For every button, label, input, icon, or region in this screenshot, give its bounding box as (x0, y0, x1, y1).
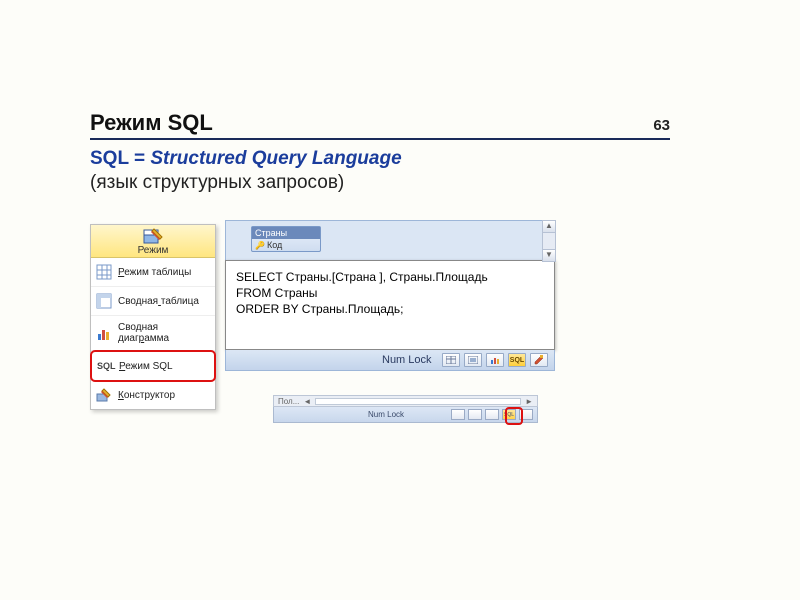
design-view-icon (142, 227, 164, 245)
pivot-view-button[interactable] (464, 353, 482, 367)
key-icon: 🔑 (255, 241, 265, 250)
field-name: Код (267, 240, 282, 250)
mini-chart-view-button[interactable] (485, 409, 499, 420)
slide-content: Режим SQL 63 SQL = Structured Query Lang… (90, 110, 670, 204)
sql-prefix: SQL = (90, 148, 150, 169)
mini-window: Пол... ◄ ► Num Lock SQL (273, 395, 538, 423)
numlock-indicator: Num Lock (382, 354, 432, 366)
title-row: Режим SQL 63 (90, 110, 670, 140)
mini-numlock: Num Lock (368, 410, 404, 419)
view-button-label: Режим (91, 245, 215, 257)
sql-fullname: Structured Query Language (150, 148, 401, 169)
scroll-up-icon[interactable]: ▲ (543, 221, 555, 233)
sql-view-button[interactable]: SQL (508, 353, 526, 367)
menu-item-label: Сводная диаграмма (118, 322, 210, 344)
view-mode-menu: Режим Режим таблицы Сводная таблица Сводна… (90, 224, 216, 410)
design-view-button[interactable] (530, 353, 548, 367)
pivot-chart-view-button[interactable] (486, 353, 504, 367)
status-bar: Num Lock SQL (225, 350, 555, 371)
datasheet-view-button[interactable] (442, 353, 460, 367)
table-title: Страны (252, 227, 320, 239)
menu-item-label: Режим таблицы (118, 267, 191, 278)
view-button[interactable]: Режим (91, 225, 215, 258)
page-number: 63 (653, 117, 670, 134)
slide-title: Режим SQL (90, 110, 213, 136)
mini-scroll-bar[interactable]: Пол... ◄ ► (273, 395, 538, 407)
sql-editor[interactable]: SELECT Страны.[Страна ], Страны.Площадь … (225, 260, 555, 350)
scroll-right-icon[interactable]: ► (525, 397, 533, 406)
sql-translation: (язык структурных запросов) (90, 172, 670, 194)
design-vertical-scrollbar[interactable]: ▲ ▼ (542, 220, 556, 262)
mini-scroll-label: Пол... (278, 397, 299, 406)
menu-item-design[interactable]: Конструктор (91, 381, 215, 409)
table-field: 🔑 Код (252, 239, 320, 251)
menu-item-label: Конструктор (118, 390, 175, 401)
menu-item-datasheet[interactable]: Режим таблицы (91, 258, 215, 287)
scroll-left-icon[interactable]: ◄ (303, 397, 311, 406)
table-box: Страны 🔑 Код (251, 226, 321, 252)
menu-item-sql[interactable]: SQLРежим SQL (90, 350, 216, 382)
query-window: Страны 🔑 Код ▲ ▼ SELECT Страны.[Страна ]… (225, 220, 555, 371)
mini-status-bar: Num Lock SQL (273, 407, 538, 423)
mini-pivot-view-button[interactable] (468, 409, 482, 420)
sql-button-highlight (505, 407, 523, 425)
menu-item-pivot-chart[interactable]: Сводная диаграмма (91, 316, 215, 351)
mini-datasheet-view-button[interactable] (451, 409, 465, 420)
menu-item-label: Режим SQL (119, 361, 173, 372)
query-design-background: Страны 🔑 Код (225, 220, 555, 262)
scroll-down-icon[interactable]: ▼ (543, 249, 555, 261)
sql-expansion: SQL = Structured Query Language (90, 148, 670, 170)
menu-item-label: Сводная таблица (118, 296, 199, 307)
menu-item-pivot-table[interactable]: Сводная таблица (91, 287, 215, 316)
